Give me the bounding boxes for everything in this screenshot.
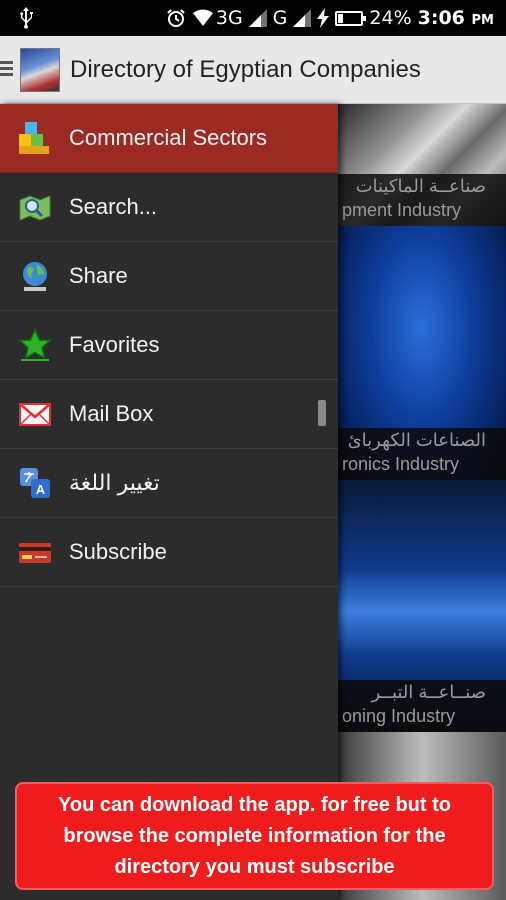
clock: 3:06 PM (418, 7, 494, 29)
status-bar: 3G G 24% 3:06 PM (0, 0, 506, 36)
svg-text:A: A (36, 482, 46, 497)
app-bar: Directory of Egyptian Companies (0, 36, 506, 104)
drawer-item-favorites[interactable]: Favorites (0, 311, 338, 380)
sector-tile-machinery[interactable]: صناعــة الماكينات pment Industry (338, 104, 506, 226)
drawer-item-mailbox[interactable]: Mail Box (0, 380, 338, 449)
clock-time: 3:06 (417, 7, 465, 29)
network-g-label: G (272, 7, 288, 29)
drawer-item-label: Subscribe (69, 539, 167, 564)
sector-tile-cooling[interactable]: صنــاعــة التبــر oning Industry (338, 480, 506, 732)
drawer-item-commercial-sectors[interactable]: Commercial Sectors (0, 104, 338, 173)
signal-strength-icon-2 (293, 9, 312, 27)
sector-ar-label: صنــاعــة التبــر (371, 682, 486, 702)
navigation-drawer: Commercial Sectors Search... Share Favor… (0, 104, 338, 900)
drawer-scrollbar[interactable] (318, 400, 326, 426)
sector-en-label: oning Industry (342, 706, 456, 726)
app-logo[interactable] (20, 48, 60, 92)
map-search-icon (19, 195, 51, 221)
signal-strength-icon (248, 9, 267, 27)
subscribe-banner[interactable]: You can download the app. for free but t… (15, 782, 494, 890)
drawer-item-label: Favorites (69, 332, 160, 357)
hamburger-menu-icon[interactable] (0, 61, 13, 77)
translate-icon: A (20, 468, 50, 498)
drawer-item-share[interactable]: Share (0, 242, 338, 311)
charging-bolt-icon (317, 8, 330, 28)
envelope-icon (19, 403, 51, 426)
sector-tile-electrical[interactable]: الصناعات الكهربائ ronics Industry (338, 226, 506, 480)
drawer-item-label: Mail Box (69, 401, 154, 426)
wifi-icon (192, 9, 213, 26)
clock-ampm: PM (471, 13, 494, 28)
drawer-item-search[interactable]: Search... (0, 173, 338, 242)
drawer-item-label: Share (69, 263, 128, 288)
sector-tile-label: صناعــة الماكينات pment Industry (338, 174, 506, 226)
star-icon (18, 328, 52, 361)
drawer-item-label: تغيير اللغة (69, 470, 160, 495)
network-3g-label: 3G (215, 7, 243, 29)
sector-ar-label: الصناعات الكهربائ (347, 430, 486, 450)
credit-card-icon (19, 543, 51, 563)
sector-en-label: ronics Industry (342, 454, 460, 474)
battery-percent: 24% (369, 7, 412, 29)
drawer-item-change-language[interactable]: A تغيير اللغة (0, 449, 338, 518)
subscribe-banner-text: You can download the app. for free but t… (58, 793, 451, 878)
sector-ar-label: صناعــة الماكينات (355, 176, 486, 196)
drawer-item-subscribe[interactable]: Subscribe (0, 518, 338, 587)
sectors-blocks-icon (19, 122, 49, 154)
drawer-item-label: Search... (69, 194, 158, 219)
battery-icon (335, 10, 367, 26)
sector-tile-label: الصناعات الكهربائ ronics Industry (338, 428, 506, 480)
usb-icon (20, 7, 33, 29)
alarm-clock-icon (167, 9, 185, 27)
drawer-item-label: Commercial Sectors (69, 125, 268, 150)
sector-tile-label: صنــاعــة التبــر oning Industry (338, 680, 506, 732)
globe-share-icon (23, 262, 47, 291)
sector-en-label: pment Industry (342, 200, 462, 220)
app-title: Directory of Egyptian Companies (70, 56, 421, 83)
